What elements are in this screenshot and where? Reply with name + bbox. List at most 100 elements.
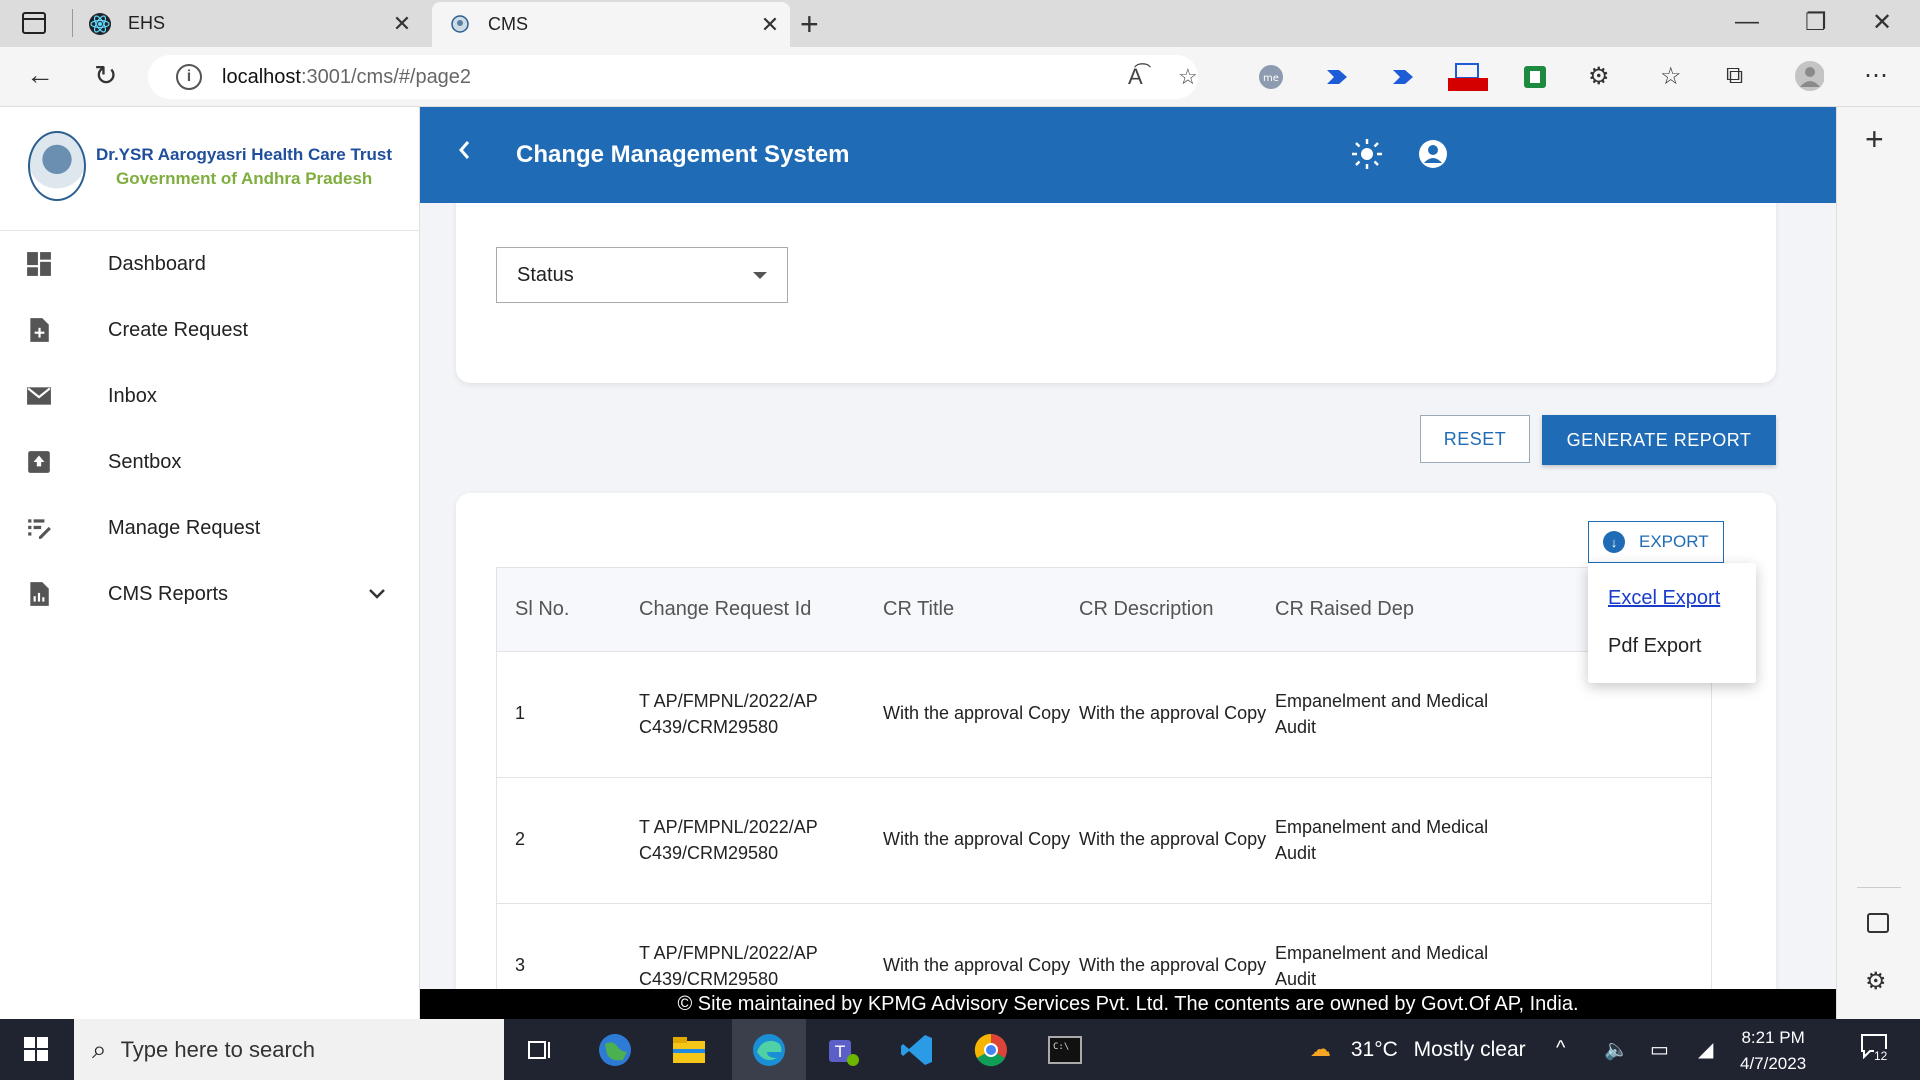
sidebar-item-sentbox[interactable]: Sentbox: [0, 429, 420, 495]
reset-button[interactable]: RESET: [1420, 415, 1530, 463]
favorites-icon[interactable]: ☆: [1660, 62, 1682, 91]
excel-export-option[interactable]: Excel Export: [1608, 587, 1720, 610]
cell-request-id: T AP/FMPNL/2022/AP C439/CRM29580: [639, 688, 839, 740]
divider: [1857, 887, 1901, 888]
extension-sheet-icon[interactable]: [1520, 62, 1550, 92]
extension-arrow-icon[interactable]: [1322, 62, 1352, 92]
settings-icon[interactable]: ⚙: [1865, 967, 1887, 996]
taskbar-search[interactable]: ⌕ Type here to search: [74, 1019, 504, 1080]
cell-raised-dep: Empanelment and Medical Audit: [1275, 814, 1505, 866]
tab-ehs[interactable]: EHS ✕: [72, 0, 422, 47]
account-icon[interactable]: [1416, 137, 1450, 171]
export-button-label: EXPORT: [1639, 532, 1709, 551]
sidebar-item-inbox[interactable]: Inbox: [0, 363, 420, 429]
close-icon[interactable]: ✕: [750, 12, 790, 38]
windows-taskbar: ⌕ Type here to search T C:\ ☁ 31°C Mostl…: [0, 1019, 1920, 1080]
search-icon: ⌕: [92, 1033, 107, 1064]
back-arrow-icon[interactable]: ←: [26, 59, 54, 91]
cell-request-id-line2: C439/CRM29580: [639, 843, 779, 863]
react-icon: [88, 12, 112, 36]
reload-icon[interactable]: ↻: [94, 59, 117, 92]
volume-icon[interactable]: 🔈: [1604, 1037, 1629, 1062]
restore-icon[interactable]: ❐: [1805, 8, 1827, 37]
table-row[interactable]: 1 T AP/FMPNL/2022/AP C439/CRM29580 With t…: [497, 652, 1711, 778]
task-view-icon[interactable]: [520, 1029, 562, 1071]
clock-time: 8:21 PM: [1741, 1028, 1805, 1047]
cell-raised-dep: Empanelment and Medical Audit: [1275, 688, 1505, 740]
notification-count: 12: [1874, 1049, 1888, 1063]
url-host: localhost: [222, 65, 301, 88]
weather-cloud-icon: ☁: [1310, 1038, 1331, 1061]
site-info-icon[interactable]: i: [176, 64, 202, 90]
table-row[interactable]: 2 T AP/FMPNL/2022/AP C439/CRM29580 With t…: [497, 778, 1711, 904]
window-close-icon[interactable]: ✕: [1872, 8, 1892, 37]
extension-me-icon[interactable]: me: [1256, 62, 1286, 92]
more-menu-icon[interactable]: ⋯: [1864, 61, 1888, 90]
pdf-export-option[interactable]: Pdf Export: [1608, 635, 1701, 658]
close-icon[interactable]: ✕: [382, 11, 422, 37]
cell-raised-dep-line1: Empanelment and Medical: [1275, 817, 1489, 837]
network-icon[interactable]: ◢: [1698, 1037, 1713, 1062]
column-header[interactable]: CR Description: [1079, 598, 1213, 621]
generate-report-button[interactable]: GENERATE REPORT: [1542, 415, 1776, 465]
column-header[interactable]: Change Request Id: [639, 598, 811, 621]
page-title: Change Management System: [516, 141, 850, 168]
minimize-icon[interactable]: —: [1735, 8, 1759, 36]
chevron-up-icon[interactable]: ^: [1556, 1037, 1565, 1060]
taskbar-search-placeholder: Type here to search: [120, 1036, 316, 1062]
theme-toggle-icon[interactable]: [1350, 137, 1384, 171]
cell-raised-dep-line1: Empanelment and Medical: [1275, 943, 1489, 963]
sidebar-item-create-request[interactable]: Create Request: [0, 297, 420, 363]
sidebar-item-cms-reports[interactable]: CMS Reports: [0, 561, 420, 627]
new-tab-button[interactable]: +: [800, 6, 819, 43]
notifications-icon[interactable]: 12: [1856, 1033, 1892, 1067]
cell-raised-dep: Empanelment and Medical Audit: [1275, 940, 1505, 989]
cell-cr-title: With the approval Copy: [883, 955, 1071, 975]
earth-app-icon[interactable]: [594, 1029, 636, 1071]
cell-cr-title: With the approval Copy: [883, 703, 1071, 723]
weather-widget[interactable]: ☁ 31°C Mostly clear: [1310, 1037, 1526, 1062]
sidebar-item-label: Create Request: [108, 318, 249, 341]
column-header[interactable]: Sl No.: [515, 598, 569, 621]
favorite-add-icon[interactable]: ☆: [1178, 64, 1198, 90]
browser-side-panel: + ⚙: [1836, 107, 1920, 1019]
clock-date: 4/7/2023: [1740, 1054, 1807, 1073]
edge-browser-icon[interactable]: [748, 1029, 790, 1071]
teams-icon[interactable]: T: [822, 1029, 864, 1071]
windows-start-icon[interactable]: [24, 1037, 48, 1061]
mail-icon: [27, 387, 51, 405]
battery-icon[interactable]: ▭: [1650, 1037, 1669, 1062]
taskbar-clock[interactable]: 8:21 PM 4/7/2023: [1740, 1025, 1806, 1077]
table-row[interactable]: 3 T AP/FMPNL/2022/AP C439/CRM29580 With t…: [497, 904, 1711, 989]
profile-avatar[interactable]: [1794, 61, 1824, 91]
read-aloud-icon[interactable]: A͡: [1128, 64, 1143, 90]
chrome-icon[interactable]: [970, 1029, 1012, 1071]
export-menu: Excel Export Pdf Export: [1588, 563, 1756, 683]
cell-raised-dep-line2: Audit: [1275, 717, 1317, 737]
collections-icon[interactable]: ⧉: [1726, 62, 1743, 90]
chevron-down-icon[interactable]: [368, 588, 386, 600]
trust-logo: [28, 131, 86, 201]
status-select[interactable]: Status: [496, 247, 788, 303]
terminal-icon[interactable]: C:\: [1044, 1029, 1086, 1071]
sidebar-item-manage-request[interactable]: Manage Request: [0, 495, 420, 561]
extension-error-icon[interactable]: [1446, 62, 1490, 92]
edit-list-icon: [28, 519, 51, 539]
add-icon[interactable]: +: [1865, 121, 1884, 158]
chevron-left-icon[interactable]: [456, 135, 472, 169]
export-button[interactable]: ↓ EXPORT: [1588, 521, 1724, 563]
sidebar-item-dashboard[interactable]: Dashboard: [0, 231, 420, 297]
cell-sl-no: 1: [515, 703, 526, 723]
cell-cr-description: With the approval Copy: [1079, 703, 1267, 723]
address-bar[interactable]: i localhost:3001/cms/#/page2 A͡ ☆: [148, 55, 1198, 99]
tab-actions-icon[interactable]: [22, 12, 46, 34]
column-header[interactable]: CR Title: [883, 598, 954, 621]
file-explorer-icon[interactable]: [668, 1029, 710, 1071]
url-path: :3001/cms/#/page2: [300, 65, 472, 88]
extensions-icon[interactable]: ⚙: [1588, 62, 1610, 91]
vscode-icon[interactable]: [896, 1029, 938, 1071]
sidebar-toggle-icon[interactable]: [1867, 913, 1889, 933]
column-header[interactable]: CR Raised Dep: [1275, 598, 1414, 621]
extension-arrow-icon[interactable]: [1388, 62, 1418, 92]
tab-cms[interactable]: CMS ✕: [432, 2, 790, 47]
